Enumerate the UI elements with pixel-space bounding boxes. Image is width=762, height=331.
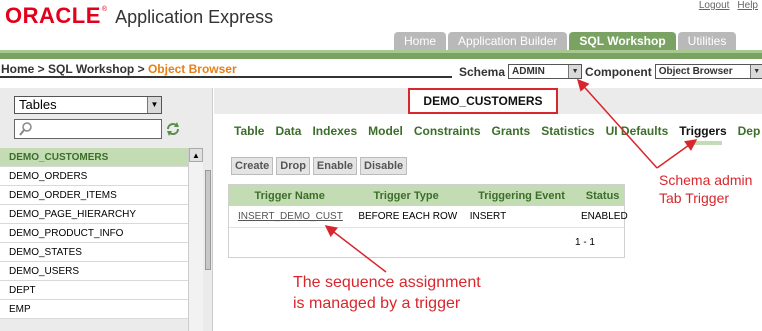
trigger-type-cell: BEFORE EACH ROW bbox=[358, 211, 458, 222]
schema-select-value: ADMIN bbox=[512, 66, 545, 77]
breadcrumb-sql-workshop[interactable]: SQL Workshop bbox=[48, 62, 134, 76]
component-select[interactable]: Object Browser ▼ bbox=[654, 64, 762, 79]
top-links: Logout Help bbox=[699, 0, 758, 11]
main-tabs: Home Application Builder SQL Workshop Ut… bbox=[394, 32, 737, 50]
annotation-line: is managed by a trigger bbox=[293, 295, 461, 312]
object-list-panel: Tables ▼ DEMO_CUSTOMERS DEMO_ORDERS DEMO… bbox=[0, 88, 213, 331]
component-select-value: Object Browser bbox=[658, 66, 733, 77]
object-type-value: Tables bbox=[19, 97, 57, 112]
tab-sql-workshop[interactable]: SQL Workshop bbox=[569, 32, 676, 50]
chevron-down-icon: ▼ bbox=[749, 65, 762, 78]
tab-application-builder[interactable]: Application Builder bbox=[448, 32, 568, 50]
tab-grants[interactable]: Grants bbox=[492, 124, 531, 138]
annotation-line: The sequence assignment bbox=[293, 274, 481, 291]
tab-utilities[interactable]: Utilities bbox=[677, 32, 737, 50]
chevron-down-icon: ▼ bbox=[147, 97, 161, 113]
oracle-logo: ORACLE ® Application Express bbox=[5, 3, 274, 28]
scroll-up-icon[interactable]: ▲ bbox=[189, 148, 203, 162]
column-header: Trigger Name bbox=[254, 189, 325, 202]
tab-model[interactable]: Model bbox=[368, 124, 403, 138]
enable-button[interactable]: Enable bbox=[312, 157, 357, 175]
column-header: Status bbox=[585, 189, 620, 202]
breadcrumb-separator: > bbox=[34, 62, 49, 76]
object-tabs: Table Data Indexes Model Constraints Gra… bbox=[234, 124, 760, 138]
column-header: Trigger Type bbox=[373, 189, 439, 202]
brand-registered-mark: ® bbox=[101, 6, 108, 13]
product-name: Application Express bbox=[115, 7, 274, 27]
schema-label: Schema bbox=[459, 64, 506, 79]
annotation-sequence: The sequence assignment is managed by a … bbox=[293, 272, 481, 314]
object-list-scrollbar[interactable]: ▲ bbox=[188, 148, 203, 331]
annotation-schema: Schema admin Tab Trigger bbox=[659, 171, 752, 207]
tab-triggers[interactable]: Triggers bbox=[679, 124, 726, 138]
pagination-text: 1 - 1 bbox=[574, 237, 595, 248]
logout-link[interactable]: Logout bbox=[699, 0, 730, 11]
tab-bar-highlight bbox=[0, 50, 762, 53]
trigger-actions: Create Drop Enable Disable bbox=[231, 157, 408, 175]
refresh-icon[interactable] bbox=[165, 121, 181, 137]
breadcrumb: Home > SQL Workshop > Object Browser bbox=[1, 62, 237, 76]
arrow-to-triggers-tab bbox=[656, 139, 698, 169]
object-list: DEMO_CUSTOMERS DEMO_ORDERS DEMO_ORDER_IT… bbox=[0, 148, 188, 319]
list-item[interactable]: DEMO_PAGE_HIERARCHY bbox=[0, 205, 188, 224]
trigger-name-link[interactable]: INSERT_DEMO_CUST bbox=[229, 211, 350, 222]
list-item[interactable]: EMP bbox=[0, 300, 188, 319]
list-item[interactable]: DEMO_ORDER_ITEMS bbox=[0, 186, 188, 205]
list-item[interactable]: DEMO_PRODUCT_INFO bbox=[0, 224, 188, 243]
create-button[interactable]: Create bbox=[231, 157, 274, 175]
table-header: Trigger Name Trigger Type Triggering Eve… bbox=[229, 185, 624, 206]
brand-text: ORACLE bbox=[5, 3, 101, 28]
triggers-table: Trigger Name Trigger Type Triggering Eve… bbox=[228, 184, 628, 258]
column-header: Triggering Event bbox=[478, 189, 565, 202]
magnifier-icon bbox=[19, 122, 32, 136]
schema-select[interactable]: ADMIN ▼ bbox=[508, 64, 583, 79]
panel-splitter-handle[interactable] bbox=[205, 170, 211, 270]
schema-selector-area: Schema ADMIN ▼ Component Object Browser … bbox=[459, 64, 762, 79]
breadcrumb-home[interactable]: Home bbox=[1, 62, 34, 76]
tab-constraints[interactable]: Constraints bbox=[414, 124, 481, 138]
triggering-event-cell: INSERT bbox=[469, 211, 507, 222]
help-link[interactable]: Help bbox=[737, 0, 758, 11]
disable-button[interactable]: Disable bbox=[360, 157, 408, 175]
tab-home[interactable]: Home bbox=[394, 32, 447, 50]
list-item[interactable]: DEPT bbox=[0, 281, 188, 300]
object-title: DEMO_CUSTOMERS bbox=[408, 88, 558, 114]
breadcrumb-separator: > bbox=[134, 62, 148, 76]
annotation-line: Schema admin bbox=[659, 172, 753, 188]
chevron-down-icon: ▼ bbox=[568, 65, 582, 78]
annotation-line: Tab Trigger bbox=[659, 190, 730, 206]
list-item[interactable]: DEMO_STATES bbox=[0, 243, 188, 262]
breadcrumb-divider bbox=[0, 76, 452, 78]
list-item[interactable]: DEMO_ORDERS bbox=[0, 167, 188, 186]
breadcrumb-current: Object Browser bbox=[147, 62, 237, 76]
object-search-input[interactable] bbox=[14, 119, 162, 139]
table-row: INSERT_DEMO_CUST BEFORE EACH ROW INSERT … bbox=[229, 206, 628, 228]
drop-button[interactable]: Drop bbox=[276, 157, 310, 175]
object-type-select[interactable]: Tables ▼ bbox=[14, 96, 162, 114]
tab-table[interactable]: Table bbox=[234, 124, 264, 138]
tab-statistics[interactable]: Statistics bbox=[541, 124, 594, 138]
list-item[interactable]: DEMO_CUSTOMERS bbox=[0, 148, 188, 167]
tab-ui-defaults[interactable]: UI Defaults bbox=[606, 124, 669, 138]
tab-indexes[interactable]: Indexes bbox=[312, 124, 357, 138]
active-tab-indicator bbox=[692, 141, 722, 145]
list-item[interactable]: DEMO_USERS bbox=[0, 262, 188, 281]
tab-dependencies[interactable]: Dep bbox=[738, 124, 761, 138]
component-label: Component bbox=[585, 64, 652, 79]
status-cell: ENABLED bbox=[581, 211, 628, 222]
tab-data[interactable]: Data bbox=[275, 124, 301, 138]
